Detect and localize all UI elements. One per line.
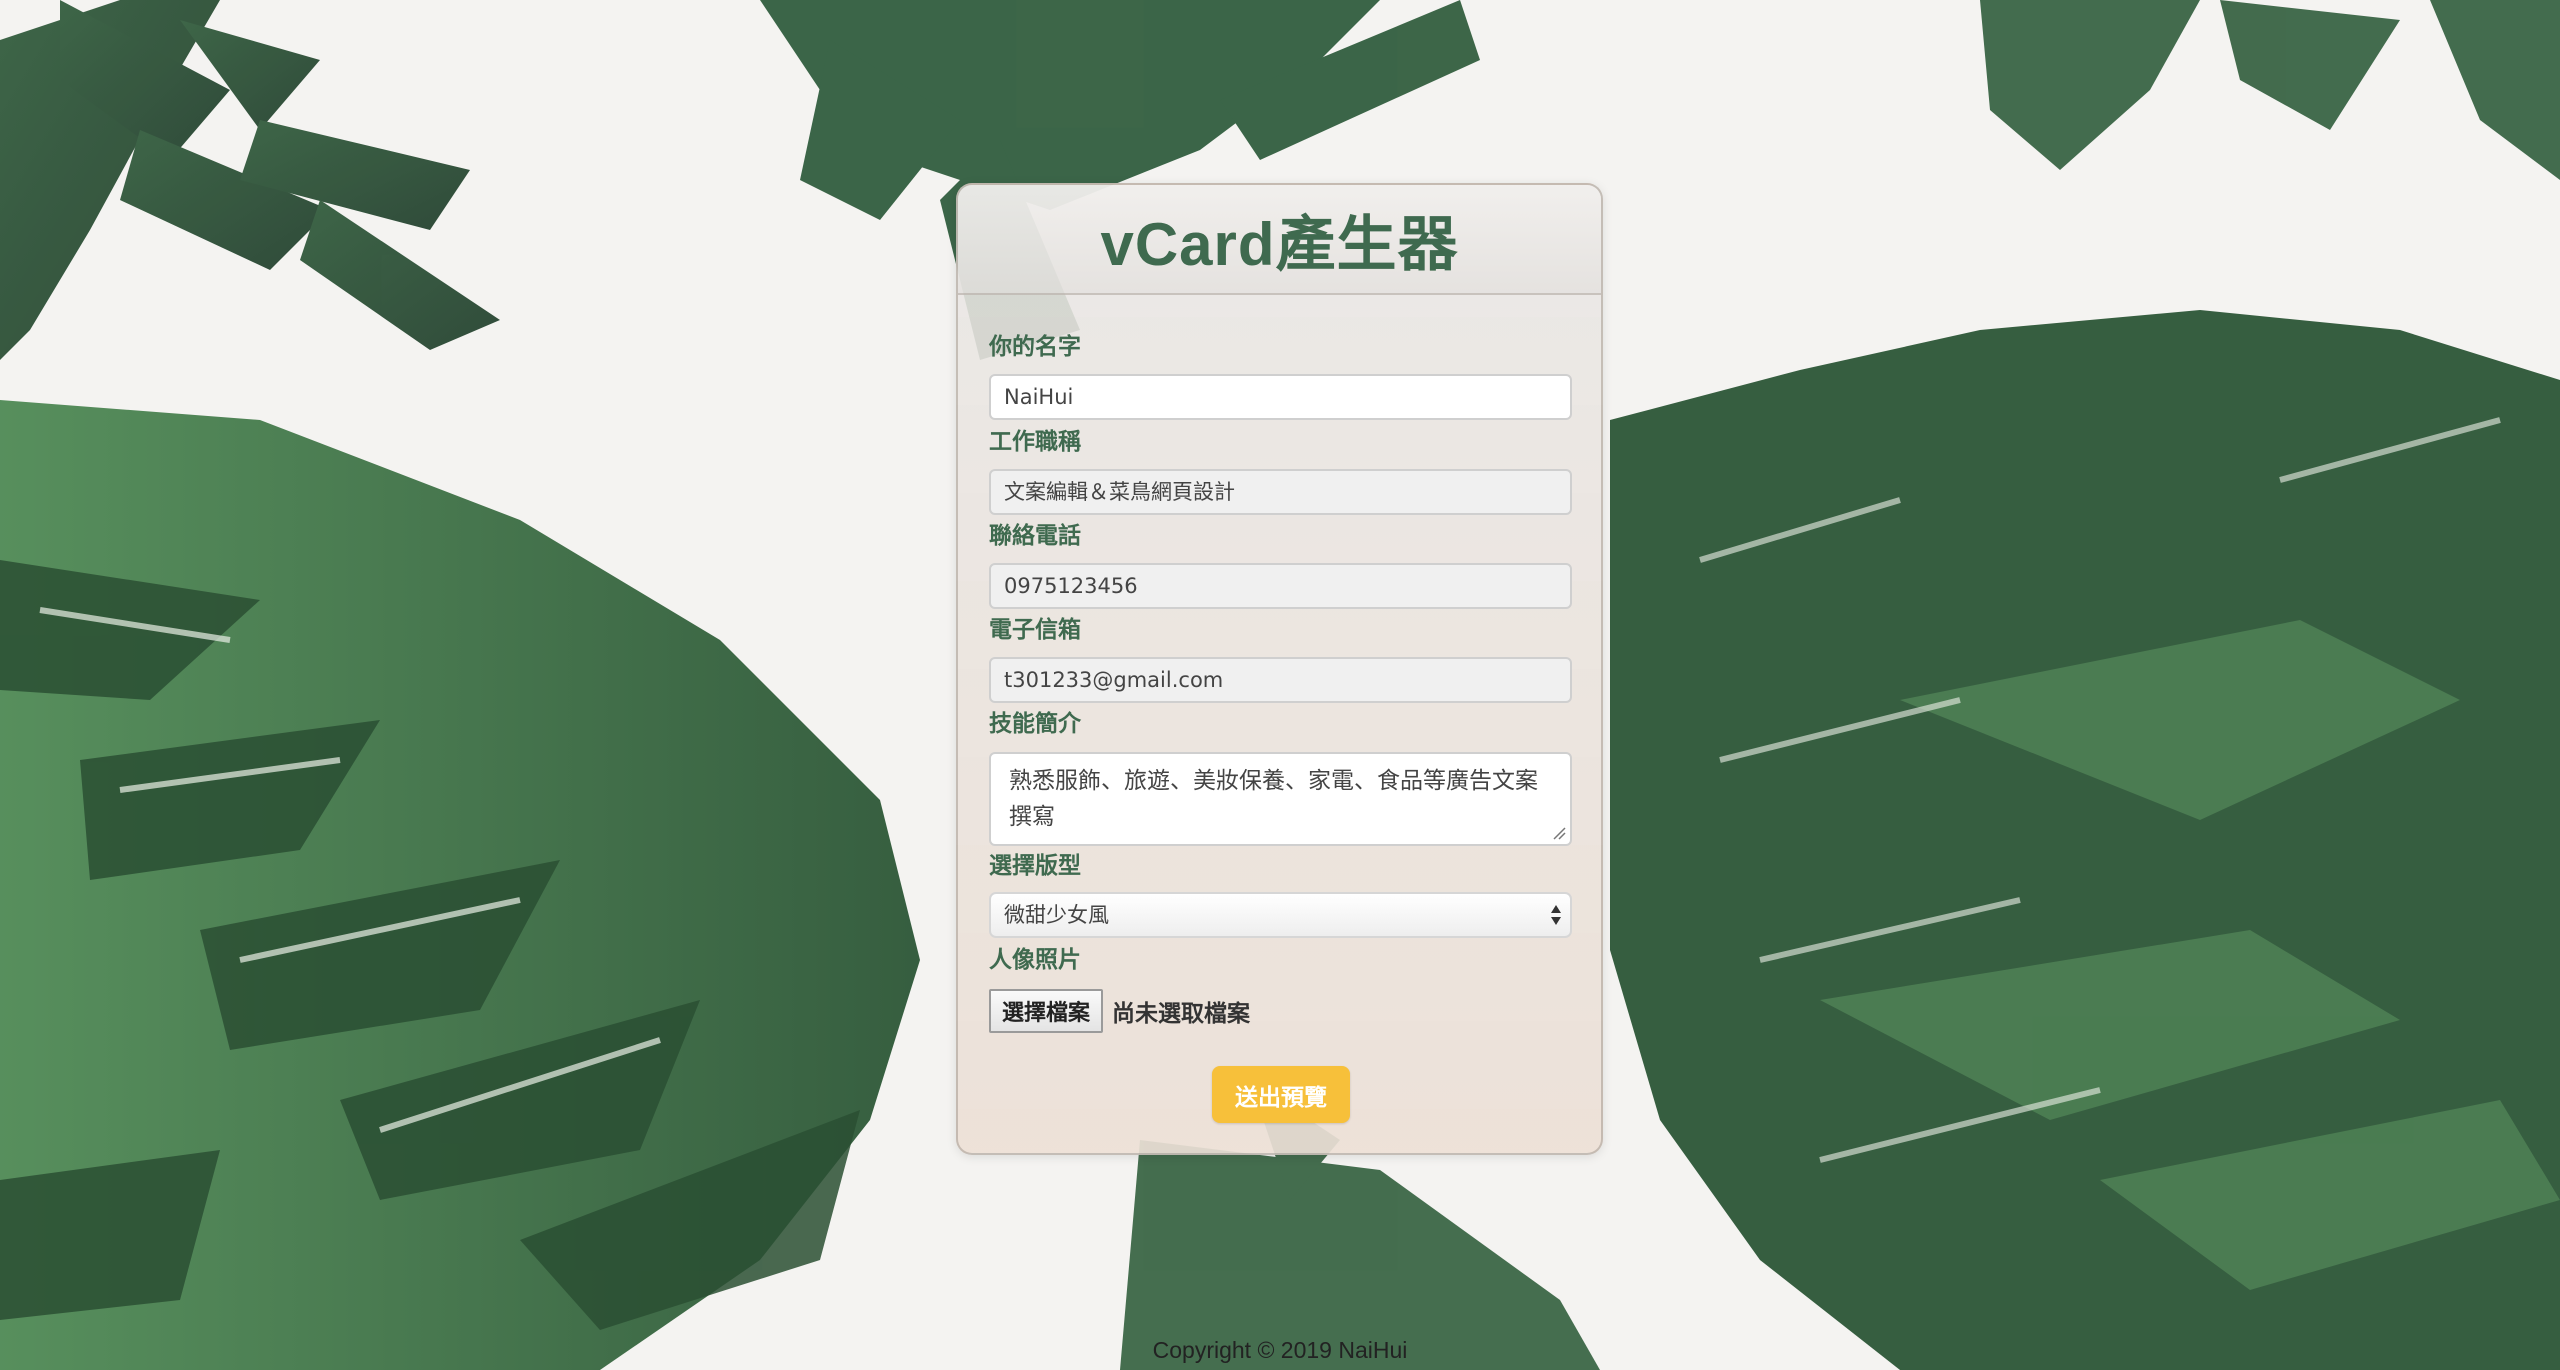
email-label: 電子信箱 [989,617,1081,643]
phone-label: 聯絡電話 [989,523,1081,549]
skills-text: 熟悉服飾、旅遊、美妝保養、家電、食品等廣告文案撰寫 [1009,768,1538,830]
phone-input[interactable]: 0975123456 [989,563,1572,609]
name-label: 你的名字 [989,334,1081,360]
form-header: vCard產生器 [958,185,1601,295]
footer-copyright: Copyright © 2019 NaiHui [1152,1337,1408,1363]
template-selected-value: 微甜少女風 [1004,903,1109,927]
photo-label: 人像照片 [989,947,1081,973]
submit-preview-button[interactable]: 送出預覽 [1212,1066,1350,1123]
name-input[interactable]: NaiHui [989,374,1572,420]
file-status-text: 尚未選取檔案 [1112,1001,1251,1027]
template-select[interactable]: 微甜少女風 [989,892,1572,938]
job-title-input[interactable]: 文案編輯＆菜鳥網頁設計 [989,469,1572,515]
page-title: vCard產生器 [1100,210,1459,278]
email-input[interactable]: t301233@gmail.com [989,657,1572,703]
vcard-form-panel: vCard產生器 你的名字 NaiHui 工作職稱 文案編輯＆菜鳥網頁設計 聯絡… [956,183,1603,1155]
photo-file-input: 選擇檔案 尚未選取檔案 [989,988,1250,1034]
select-arrows-icon [1551,905,1561,925]
skills-label: 技能簡介 [989,711,1081,737]
job-title-label: 工作職稱 [989,429,1081,455]
skills-textarea[interactable]: 熟悉服飾、旅遊、美妝保養、家電、食品等廣告文案撰寫 [989,752,1572,846]
resize-grip-icon[interactable] [1552,826,1566,840]
choose-file-button[interactable]: 選擇檔案 [989,989,1104,1033]
template-label: 選擇版型 [989,853,1081,879]
